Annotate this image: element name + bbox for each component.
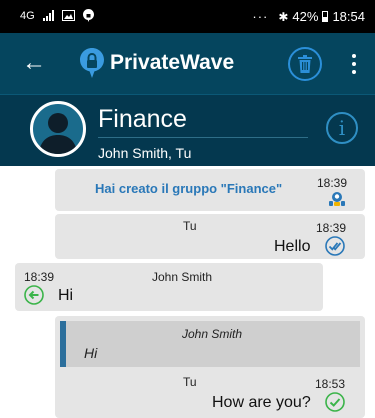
quoted-message[interactable]: John Smith Hi	[60, 321, 360, 367]
message-time: 18:53	[315, 377, 346, 391]
message-time: 18:39	[24, 270, 55, 284]
quote-bar	[60, 321, 66, 367]
outgoing-message[interactable]: John Smith Hi Tu 18:53 How are you?	[55, 316, 365, 418]
clock: 18:54	[332, 9, 365, 24]
system-message-text: Hai creato il gruppo "Finance"	[95, 181, 283, 196]
group-divider	[98, 137, 308, 138]
group-header: Finance John Smith, Tu i	[0, 94, 375, 166]
privatewave-logo-icon	[80, 48, 104, 78]
chat-area[interactable]: Hai creato il gruppo "Finance" 18:39 Tu …	[0, 166, 375, 418]
message-time: 18:39	[316, 221, 347, 235]
app-title: PrivateWave	[110, 51, 235, 74]
message-sender: Tu	[183, 219, 197, 233]
battery-percent: 42%	[292, 9, 319, 24]
lock-notification-icon	[82, 9, 94, 22]
message-text: Hello	[274, 238, 311, 255]
overflow-menu-icon[interactable]	[352, 54, 356, 74]
message-sender: John Smith	[152, 270, 213, 284]
group-avatar[interactable]	[30, 101, 86, 157]
bluetooth-icon: ✱	[278, 9, 289, 24]
group-name: Finance	[98, 105, 187, 133]
incoming-message[interactable]: 18:39 John Smith Hi	[15, 263, 323, 311]
group-members-icon	[329, 192, 345, 206]
trash-icon	[298, 55, 312, 73]
app-brand: PrivateWave	[80, 48, 234, 78]
message-sender: Tu	[183, 375, 197, 389]
info-icon[interactable]: i	[326, 112, 358, 144]
message-text: Hi	[58, 287, 74, 304]
back-arrow-icon[interactable]: ←	[22, 49, 46, 77]
battery-icon	[322, 11, 329, 22]
message-time: 18:39	[317, 176, 348, 190]
app-bar: ← PrivateWave	[0, 33, 375, 94]
more-notifications-icon: ···	[252, 9, 269, 24]
quoted-sender: John Smith	[182, 327, 243, 341]
system-message: Hai creato il gruppo "Finance" 18:39	[55, 169, 365, 211]
outgoing-message[interactable]: Tu 18:39 Hello	[55, 214, 365, 259]
quoted-text: Hi	[84, 345, 98, 361]
reply-arrow-icon	[24, 285, 44, 305]
message-text: How are you?	[212, 394, 311, 411]
status-bar: 4G ··· ✱ 42% 18:54	[0, 0, 375, 33]
delete-button[interactable]	[288, 47, 322, 81]
image-notification-icon	[61, 10, 75, 21]
person-silhouette-icon	[38, 113, 78, 154]
group-members: John Smith, Tu	[98, 145, 192, 161]
network-label: 4G	[20, 9, 35, 22]
sent-check-icon	[325, 392, 345, 412]
signal-icon	[42, 10, 54, 21]
delivered-double-check-icon	[325, 236, 345, 256]
